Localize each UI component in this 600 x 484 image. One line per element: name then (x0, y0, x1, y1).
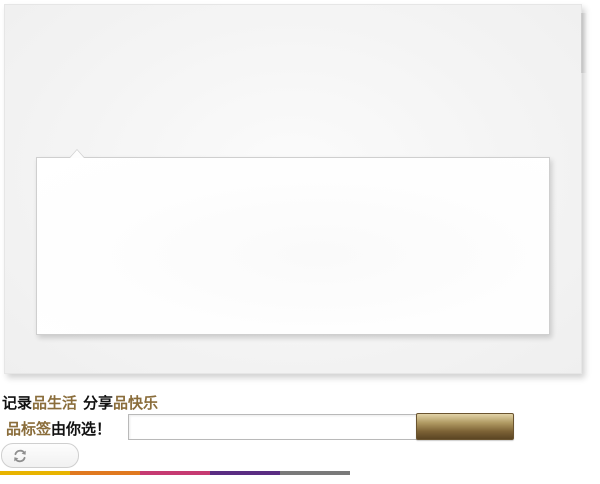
slogan-part-share: 分享 (83, 394, 114, 412)
tag-form-label: 品标签由你选！ (6, 418, 111, 440)
color-strip-segment (0, 471, 70, 475)
color-strip-segment (70, 471, 140, 475)
color-strip (0, 471, 350, 475)
slogan-part-joy: 品快乐 (113, 394, 159, 412)
panel-pointer-arrow (69, 149, 85, 158)
slogan-part-life: 品生活 (32, 394, 78, 412)
preview-card (4, 4, 587, 374)
color-strip-segment (280, 471, 350, 475)
tag-label-highlight: 品标签 (6, 420, 52, 438)
color-strip-segment (140, 471, 210, 475)
slogan: 记录品生活 分享品快乐 (2, 393, 158, 413)
refresh-icon (12, 448, 28, 464)
tag-label-text: 由你选！ (51, 420, 112, 438)
content-panel (36, 149, 550, 335)
color-strip-segment (210, 471, 280, 475)
tag-submit-button[interactable] (416, 413, 514, 440)
tag-input[interactable] (128, 414, 421, 440)
slogan-part-record: 记录 (2, 394, 33, 412)
page: 记录品生活 分享品快乐 品标签由你选！ (0, 0, 600, 484)
refresh-button[interactable] (1, 443, 79, 468)
tag-form: 品标签由你选！ (6, 413, 514, 442)
